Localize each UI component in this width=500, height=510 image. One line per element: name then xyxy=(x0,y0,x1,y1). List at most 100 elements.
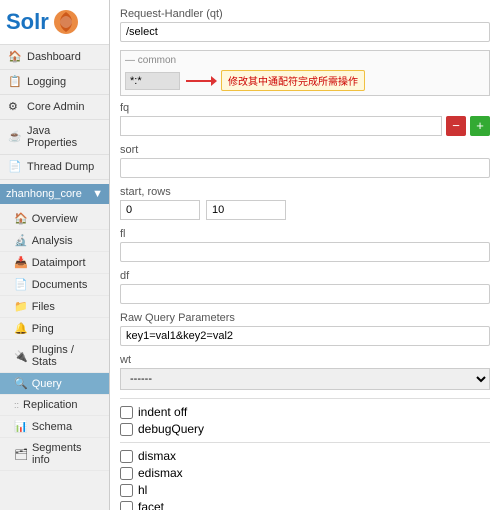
sidebar-item-schema[interactable]: 📊 Schema xyxy=(0,416,109,438)
indent-label: indent off xyxy=(138,405,187,419)
documents-label: Documents xyxy=(32,279,88,291)
sidebar-item-plugins-stats[interactable]: 🔌 Plugins / Stats xyxy=(0,340,109,373)
java-icon: ☕ xyxy=(8,130,22,144)
logging-icon: 📋 xyxy=(8,75,22,89)
fl-group: fl xyxy=(120,228,490,262)
checkbox-dismax: dismax xyxy=(120,449,490,463)
facet-checkbox[interactable] xyxy=(120,501,133,510)
fl-label: fl xyxy=(120,228,490,240)
raw-query-group: Raw Query Parameters xyxy=(120,312,490,346)
sort-input[interactable] xyxy=(120,158,490,178)
df-group: df xyxy=(120,270,490,304)
q-row: 修改其中通配符完成所需操作 xyxy=(125,70,485,91)
annotation-container: 修改其中通配符完成所需操作 xyxy=(186,70,365,91)
sidebar-item-ping[interactable]: 🔔 Ping xyxy=(0,318,109,340)
sidebar-item-overview[interactable]: 🏠 Overview xyxy=(0,208,109,230)
raw-query-input[interactable] xyxy=(120,326,490,346)
sidebar-item-dashboard[interactable]: 🏠 Dashboard xyxy=(0,45,109,70)
thread-label: Thread Dump xyxy=(27,161,94,173)
core-selector[interactable]: zhanhong_core ▼ xyxy=(0,184,109,204)
arrow-shaft xyxy=(186,80,211,82)
sidebar-item-logging[interactable]: 📋 Logging xyxy=(0,70,109,95)
query-label: Query xyxy=(32,378,62,390)
annotation-text: 修改其中通配符完成所需操作 xyxy=(221,70,365,91)
files-icon: 📁 xyxy=(14,300,28,313)
analysis-icon: 🔬 xyxy=(14,234,28,247)
java-label: Java Properties xyxy=(27,125,101,149)
sidebar-item-segments-info[interactable]: 🗂 Segments info xyxy=(0,438,109,471)
arrow-head xyxy=(211,76,217,86)
checkbox-edismax: edismax xyxy=(120,466,490,480)
core-admin-icon: ⚙ xyxy=(8,100,22,114)
logging-label: Logging xyxy=(27,76,66,88)
q-input[interactable] xyxy=(125,72,180,90)
solr-logo-icon xyxy=(52,8,80,36)
sidebar-item-replication[interactable]: :: Replication xyxy=(0,395,109,416)
analysis-label: Analysis xyxy=(32,235,73,247)
start-rows-label: start, rows xyxy=(120,186,490,198)
divider-2 xyxy=(120,442,490,443)
segments-label: Segments info xyxy=(32,442,101,466)
core-name: zhanhong_core xyxy=(6,188,82,200)
request-handler-label: Request-Handler (qt) xyxy=(120,8,490,20)
sidebar-item-dataimport[interactable]: 📥 Dataimport xyxy=(0,252,109,274)
dataimport-label: Dataimport xyxy=(32,257,86,269)
fq-add-button[interactable]: + xyxy=(470,116,490,136)
raw-query-label: Raw Query Parameters xyxy=(120,312,490,324)
wt-group: wt ------ json xml csv python ruby php xyxy=(120,354,490,390)
debugquery-checkbox[interactable] xyxy=(120,423,133,436)
hl-checkbox[interactable] xyxy=(120,484,133,497)
schema-icon: 📊 xyxy=(14,420,28,433)
sidebar-item-analysis[interactable]: 🔬 Analysis xyxy=(0,230,109,252)
indent-checkbox[interactable] xyxy=(120,406,133,419)
dataimport-icon: 📥 xyxy=(14,256,28,269)
plugins-label: Plugins / Stats xyxy=(32,344,101,368)
fq-group: fq − + xyxy=(120,102,490,136)
plugins-icon: 🔌 xyxy=(14,350,28,363)
sidebar-item-core-admin[interactable]: ⚙ Core Admin xyxy=(0,95,109,120)
checkbox-debugquery: debugQuery xyxy=(120,422,490,436)
start-input[interactable] xyxy=(120,200,200,220)
replication-icon: :: xyxy=(14,400,19,410)
facet-label: facet xyxy=(138,500,164,510)
request-handler-input[interactable] xyxy=(120,22,490,42)
sort-label: sort xyxy=(120,144,490,156)
dismax-checkbox[interactable] xyxy=(120,450,133,463)
ping-icon: 🔔 xyxy=(14,322,28,335)
edismax-checkbox[interactable] xyxy=(120,467,133,480)
sidebar-item-files[interactable]: 📁 Files xyxy=(0,296,109,318)
files-label: Files xyxy=(32,301,55,313)
sidebar-item-java-properties[interactable]: ☕ Java Properties xyxy=(0,120,109,155)
dashboard-label: Dashboard xyxy=(27,51,81,63)
common-section: — common 修改其中通配符完成所需操作 xyxy=(120,50,490,96)
segments-icon: 🗂 xyxy=(14,448,28,461)
rows-input[interactable] xyxy=(206,200,286,220)
fq-input[interactable] xyxy=(120,116,442,136)
checkbox-facet: facet xyxy=(120,500,490,510)
fl-input[interactable] xyxy=(120,242,490,262)
checkbox-section: indent off debugQuery dismax edismax hl … xyxy=(120,405,490,510)
replication-label: Replication xyxy=(23,399,77,411)
sidebar-item-thread-dump[interactable]: 📄 Thread Dump xyxy=(0,155,109,180)
df-input[interactable] xyxy=(120,284,490,304)
edismax-label: edismax xyxy=(138,466,183,480)
core-admin-label: Core Admin xyxy=(27,101,84,113)
wt-row: ------ json xml csv python ruby php xyxy=(120,368,490,390)
dismax-label: dismax xyxy=(138,449,176,463)
wt-label: wt xyxy=(120,354,490,366)
divider-1 xyxy=(120,398,490,399)
wt-select[interactable]: ------ json xml csv python ruby php xyxy=(120,368,490,390)
start-rows-group: start, rows xyxy=(120,186,490,220)
sort-group: sort xyxy=(120,144,490,178)
hl-label: hl xyxy=(138,483,147,497)
sidebar: Solr 🏠 Dashboard 📋 Logging ⚙ Core Admin … xyxy=(0,0,110,510)
core-arrow: ▼ xyxy=(92,188,103,200)
sidebar-item-documents[interactable]: 📄 Documents xyxy=(0,274,109,296)
fq-row: − + xyxy=(120,116,490,136)
sidebar-item-query[interactable]: 🔍 Query xyxy=(0,373,109,395)
query-icon: 🔍 xyxy=(14,377,28,390)
logo-text: Solr xyxy=(6,9,49,35)
fq-remove-button[interactable]: − xyxy=(446,116,466,136)
thread-icon: 📄 xyxy=(8,160,22,174)
overview-icon: 🏠 xyxy=(14,212,28,225)
